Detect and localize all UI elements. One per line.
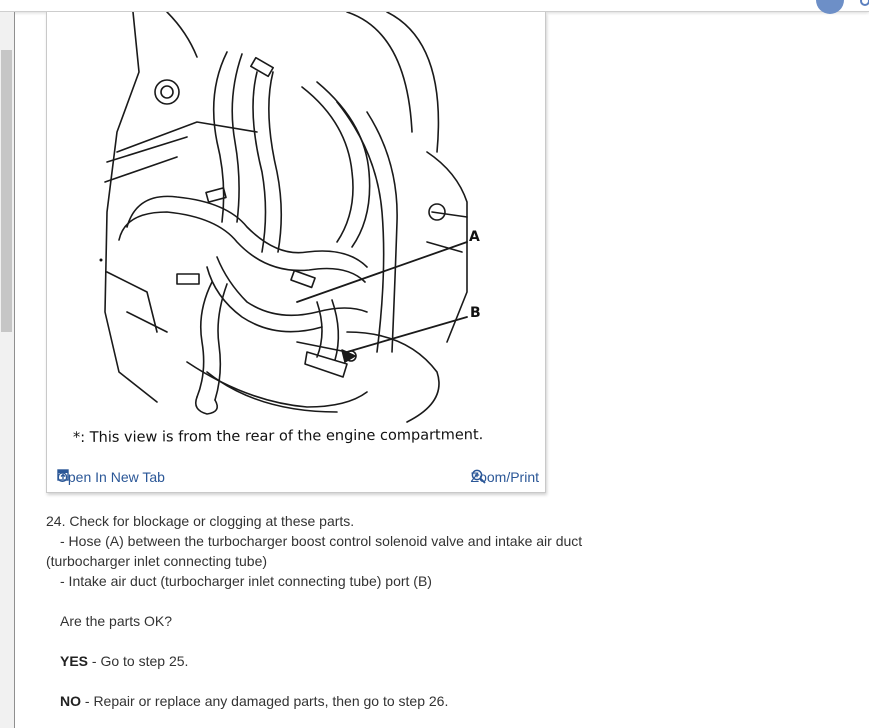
left-scrollbar[interactable] (0, 12, 15, 728)
callout-a: A (469, 229, 480, 245)
engine-diagram: A B (99, 12, 481, 423)
figure-panel: A B *: This view is from the rear of the… (46, 12, 546, 493)
zoom-in-icon (471, 469, 486, 484)
no-text: - Repair or replace any damaged parts, t… (81, 693, 449, 709)
check-item-hose-line2: (turbocharger inlet connecting tube) (46, 553, 268, 569)
no-label: NO (60, 693, 81, 709)
yes-label: YES (60, 653, 89, 669)
step-question: Are the parts OK? (60, 613, 173, 629)
account-icon[interactable] (860, 0, 869, 6)
check-item-hose-line1: - Hose (A) between the turbocharger boos… (60, 533, 583, 549)
top-toolbar (0, 0, 869, 14)
yes-answer: YES - Go to step 25. (46, 651, 646, 671)
open-in-new-tab-label: Open In New Tab (57, 469, 165, 485)
step-content: 24. Check for blockage or clogging at th… (46, 511, 646, 711)
zoom-print-link[interactable]: Zoom/Print (471, 469, 539, 485)
user-avatar[interactable] (816, 0, 844, 14)
open-new-tab-icon (57, 469, 69, 481)
check-item-port: - Intake air duct (turbocharger inlet co… (60, 573, 432, 589)
step-heading: 24. Check for blockage or clogging at th… (46, 513, 355, 529)
scrollbar-thumb[interactable] (1, 50, 12, 332)
yes-text: - Go to step 25. (88, 653, 189, 669)
no-answer: NO - Repair or replace any damaged parts… (46, 691, 646, 711)
callout-b: B (470, 305, 481, 321)
figure-caption: *: This view is from the rear of the eng… (72, 427, 484, 446)
open-in-new-tab-link[interactable]: Open In New Tab (57, 469, 165, 485)
